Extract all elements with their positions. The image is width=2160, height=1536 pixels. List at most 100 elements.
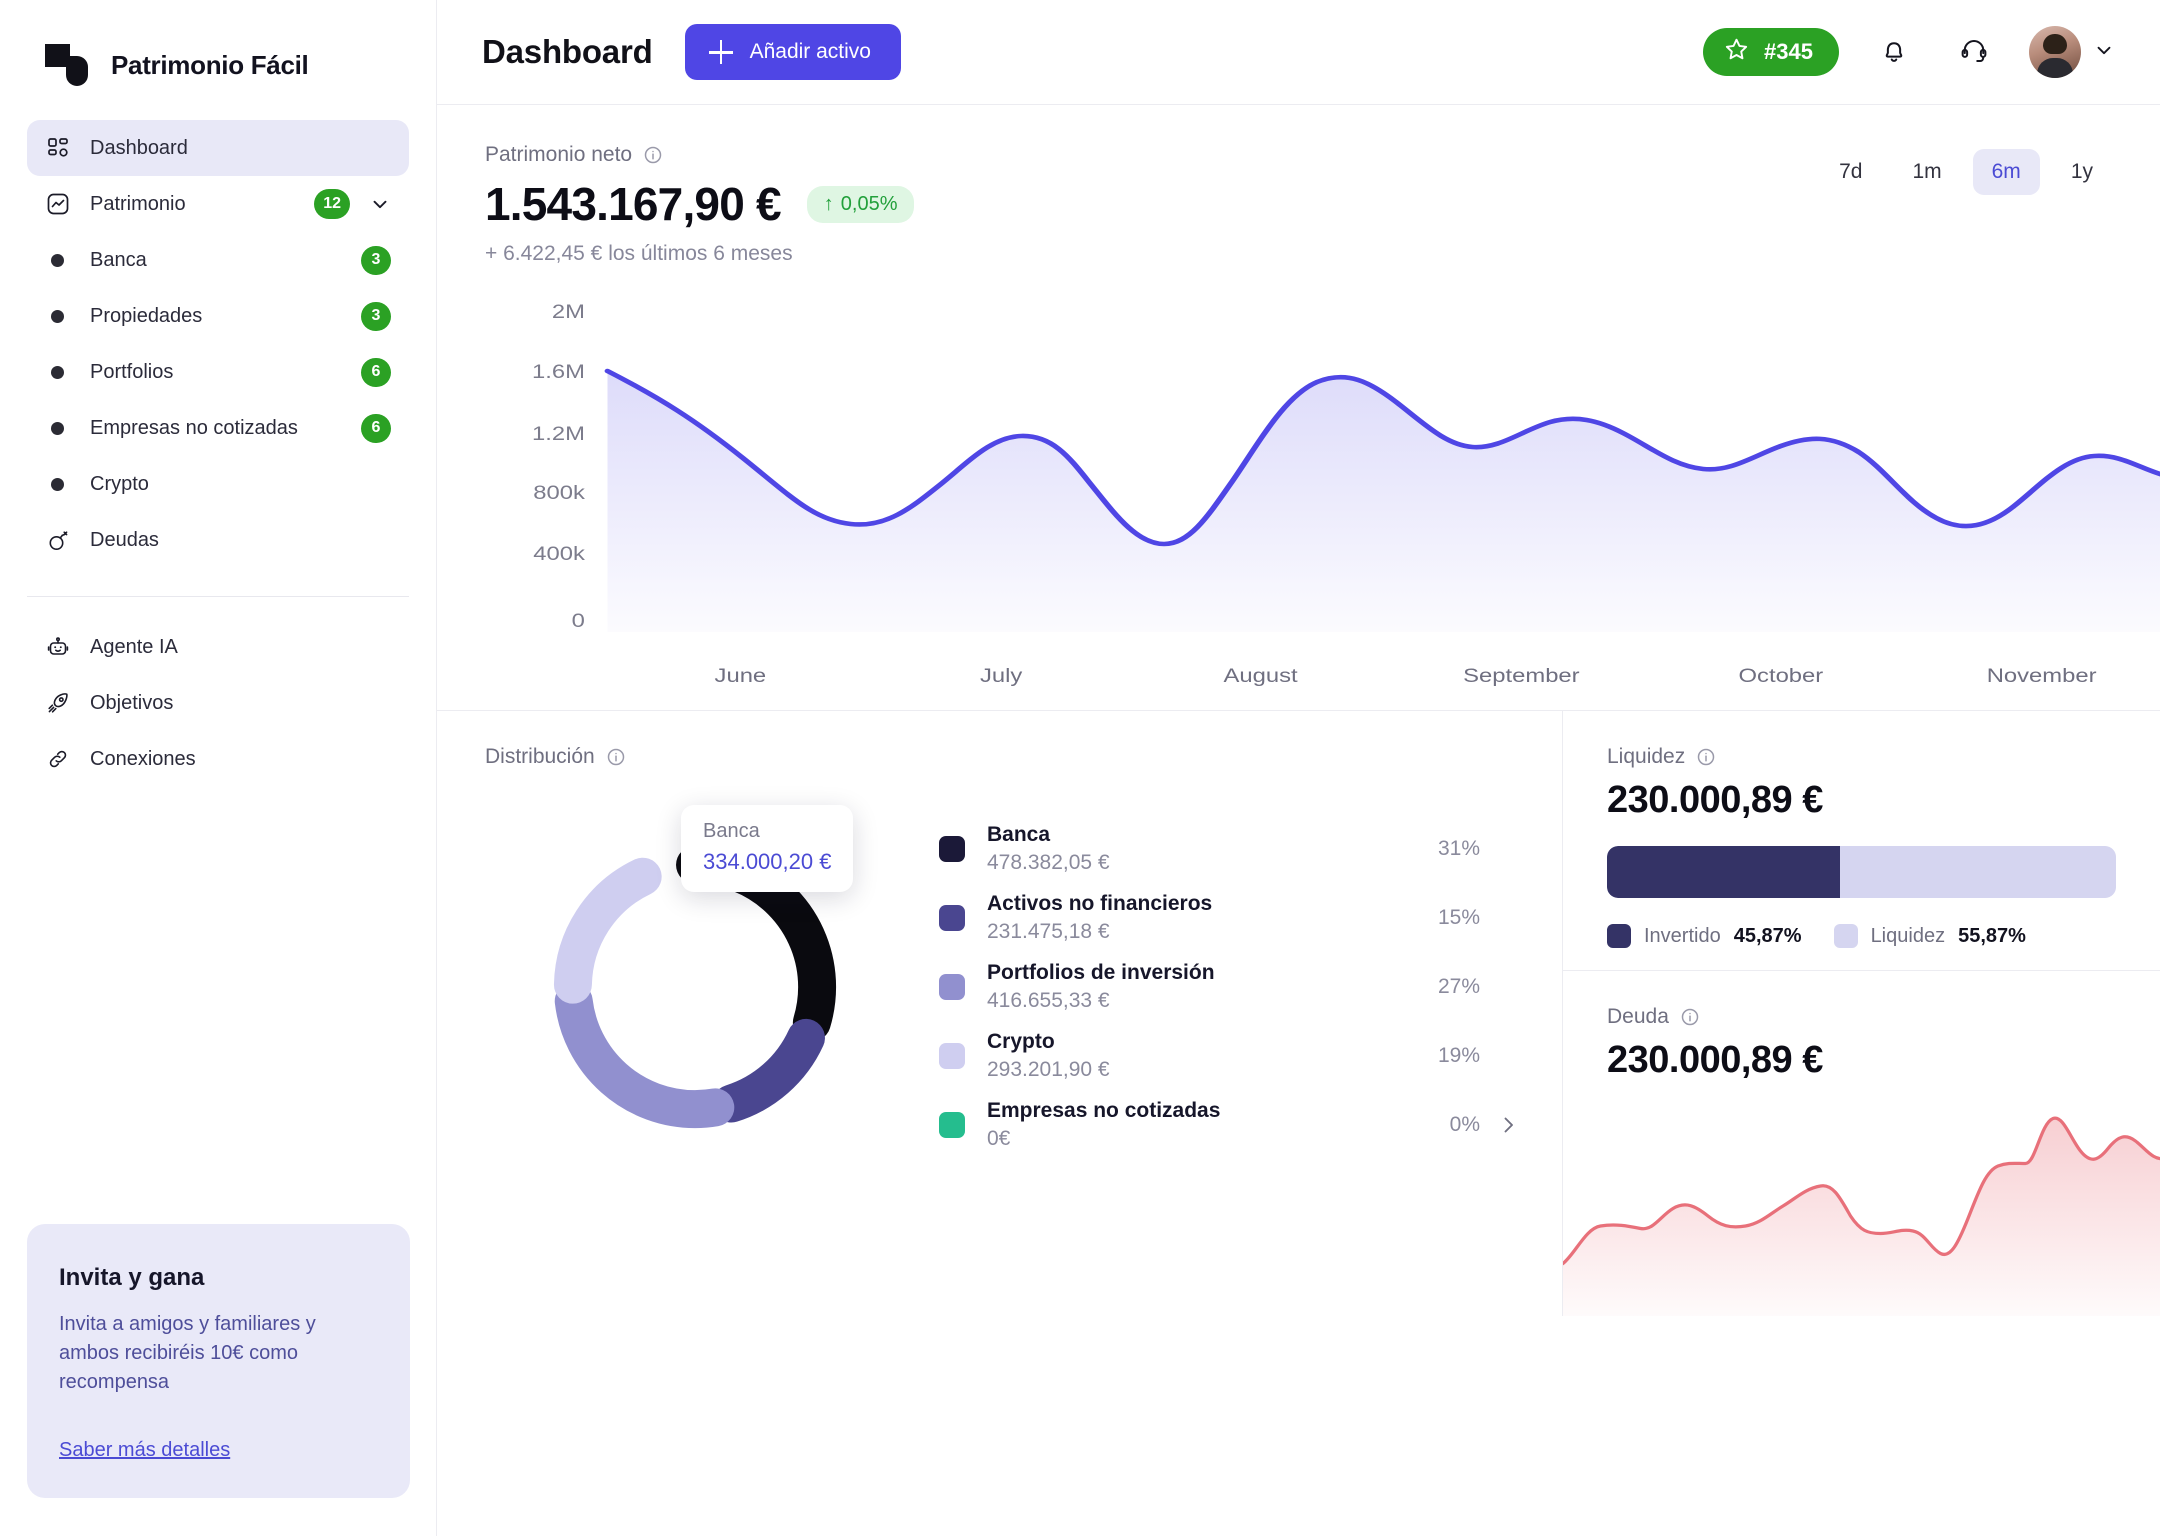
sidebar-item-portfolios[interactable]: Portfolios 6 xyxy=(27,344,409,400)
bomb-icon xyxy=(45,527,71,553)
bullet-icon xyxy=(51,422,64,435)
legend-swatch xyxy=(1607,924,1631,948)
legend-text: Crypto 293.201,90 € xyxy=(987,1030,1390,1082)
range-1y[interactable]: 1y xyxy=(2052,149,2112,195)
sidebar-item-label: Propiedades xyxy=(90,305,342,328)
sidebar-item-deudas[interactable]: Deudas xyxy=(27,512,409,568)
liquidez-legend: Invertido 45,87% Liquidez 55,87% xyxy=(1607,924,2116,948)
legend-pct: 45,87% xyxy=(1734,925,1802,948)
sidebar-badge-banca: 3 xyxy=(361,246,391,275)
networth-label-row: Patrimonio neto xyxy=(485,143,914,167)
x-tick-july: July xyxy=(980,665,1023,686)
sidebar-item-crypto[interactable]: Crypto xyxy=(27,456,409,512)
sidebar-item-label: Patrimonio xyxy=(90,193,295,216)
legend-row-banca[interactable]: Banca 478.382,05 € 31% xyxy=(939,815,1520,884)
info-icon[interactable] xyxy=(1680,1007,1700,1027)
support-button[interactable] xyxy=(1949,27,1999,77)
bullet-icon xyxy=(51,478,64,491)
sidebar-item-label: Crypto xyxy=(90,473,391,496)
legend-row-crypto[interactable]: Crypto 293.201,90 € 19% xyxy=(939,1022,1520,1091)
range-1m[interactable]: 1m xyxy=(1893,149,1960,195)
deuda-area-fill xyxy=(1563,1118,2160,1316)
dashboard-content: Patrimonio neto 1.543.167,90 € ↑ 0,05% xyxy=(437,105,2160,1536)
legend-text: Banca 478.382,05 € xyxy=(987,823,1390,875)
networth-label: Patrimonio neto xyxy=(485,143,632,167)
distribution-body: Banca 334.000,20 € Banca 478.382,05 € xyxy=(485,787,1520,1187)
y-tick-1-2m: 1.2M xyxy=(532,423,585,444)
sidebar-item-label: Dashboard xyxy=(90,137,391,160)
primary-nav: Dashboard Patrimonio 12 xyxy=(0,96,436,568)
legend-row-empresas-no-cotizadas[interactable]: Empresas no cotizadas 0€ 0% xyxy=(939,1091,1520,1160)
info-icon[interactable] xyxy=(606,747,626,767)
legend-name: Portfolios de inversión xyxy=(987,961,1390,985)
liquidez-bar-invested xyxy=(1607,846,1840,898)
sidebar-item-patrimonio[interactable]: Patrimonio 12 xyxy=(27,176,409,232)
bell-icon xyxy=(1879,35,1909,70)
sidebar-item-label: Objetivos xyxy=(90,692,391,715)
legend-row-portfolios-de-inversion[interactable]: Portfolios de inversión 416.655,33 € 27% xyxy=(939,953,1520,1022)
grid-icon xyxy=(45,135,71,161)
rocket-icon xyxy=(45,690,71,716)
legend-swatch xyxy=(939,836,965,862)
networth-chart: 2M 1.6M 1.2M 800k 400k 0 June July Augus… xyxy=(437,270,2160,710)
range-7d[interactable]: 7d xyxy=(1820,149,1881,195)
legend-pct: 31% xyxy=(1390,837,1480,861)
sidebar-item-objetivos[interactable]: Objetivos xyxy=(27,675,409,731)
networth-value: 1.543.167,90 € xyxy=(485,177,781,231)
sidebar-badge-patrimonio: 12 xyxy=(314,189,350,219)
x-tick-september: September xyxy=(1463,665,1579,686)
networth-block: Patrimonio neto 1.543.167,90 € ↑ 0,05% xyxy=(485,143,914,266)
notifications-button[interactable] xyxy=(1869,27,1919,77)
legend-swatch xyxy=(939,974,965,1000)
range-6m[interactable]: 6m xyxy=(1973,149,2040,195)
legend-row-activos-no-financieros[interactable]: Activos no financieros 231.475,18 € 15% xyxy=(939,884,1520,953)
liquidez-amount: 230.000,89 € xyxy=(1607,779,2116,822)
sidebar-item-conexiones[interactable]: Conexiones xyxy=(27,731,409,787)
liquidez-legend-invertido: Invertido 45,87% xyxy=(1607,924,1802,948)
sidebar-item-agente-ia[interactable]: Agente IA xyxy=(27,619,409,675)
referral-link[interactable]: Saber más detalles xyxy=(59,1439,230,1461)
sidebar-item-propiedades[interactable]: Propiedades 3 xyxy=(27,288,409,344)
info-icon[interactable] xyxy=(1696,747,1716,767)
legend-pct: 15% xyxy=(1390,906,1480,930)
add-asset-button[interactable]: Añadir activo xyxy=(685,24,901,80)
chevron-down-icon[interactable] xyxy=(369,193,391,215)
referral-title: Invita y gana xyxy=(59,1264,378,1292)
legend-value: 416.655,33 € xyxy=(987,989,1390,1013)
plus-icon xyxy=(709,40,733,64)
info-icon[interactable] xyxy=(643,145,663,165)
legend-name: Crypto xyxy=(987,1030,1390,1054)
referral-body: Invita a amigos y familiares y ambos rec… xyxy=(59,1310,378,1397)
legend-name: Banca xyxy=(987,823,1390,847)
link-icon xyxy=(45,746,71,772)
chevron-right-icon[interactable] xyxy=(1492,1113,1520,1137)
legend-value: 293.201,90 € xyxy=(987,1058,1390,1082)
sidebar-item-empresas-no-cotizadas[interactable]: Empresas no cotizadas 6 xyxy=(27,400,409,456)
deuda-title: Deuda xyxy=(1607,1005,1669,1029)
sidebar-item-label: Portfolios xyxy=(90,361,342,384)
legend-swatch xyxy=(1834,924,1858,948)
sidebar-item-banca[interactable]: Banca 3 xyxy=(27,232,409,288)
add-asset-label: Añadir activo xyxy=(750,40,871,64)
liquidez-bar xyxy=(1607,846,2116,898)
lower-panels: Distribución xyxy=(437,710,2160,1316)
networth-change-badge: ↑ 0,05% xyxy=(807,186,915,223)
x-tick-october: October xyxy=(1739,665,1824,686)
change-arrow-icon: ↑ xyxy=(824,193,834,216)
brand-name: Patrimonio Fácil xyxy=(111,50,308,81)
sidebar-item-label: Conexiones xyxy=(90,748,391,771)
topbar: Dashboard Añadir activo #345 xyxy=(437,0,2160,105)
sidebar: Patrimonio Fácil Dashboard xyxy=(0,0,437,1536)
legend-text: Activos no financieros 231.475,18 € xyxy=(987,892,1390,944)
chevron-down-icon xyxy=(2093,39,2115,66)
networth-subtitle: + 6.422,45 € los últimos 6 meses xyxy=(485,242,914,266)
legend-name: Invertido xyxy=(1644,925,1721,948)
sidebar-item-dashboard[interactable]: Dashboard xyxy=(27,120,409,176)
legend-value: 0€ xyxy=(987,1127,1390,1151)
headset-icon xyxy=(1959,35,1989,70)
networth-value-row: 1.543.167,90 € ↑ 0,05% xyxy=(485,177,914,231)
user-menu[interactable] xyxy=(2029,26,2115,78)
chart-line-icon xyxy=(45,191,71,217)
tooltip-value: 334.000,20 € xyxy=(703,849,831,875)
rank-badge[interactable]: #345 xyxy=(1703,28,1839,76)
